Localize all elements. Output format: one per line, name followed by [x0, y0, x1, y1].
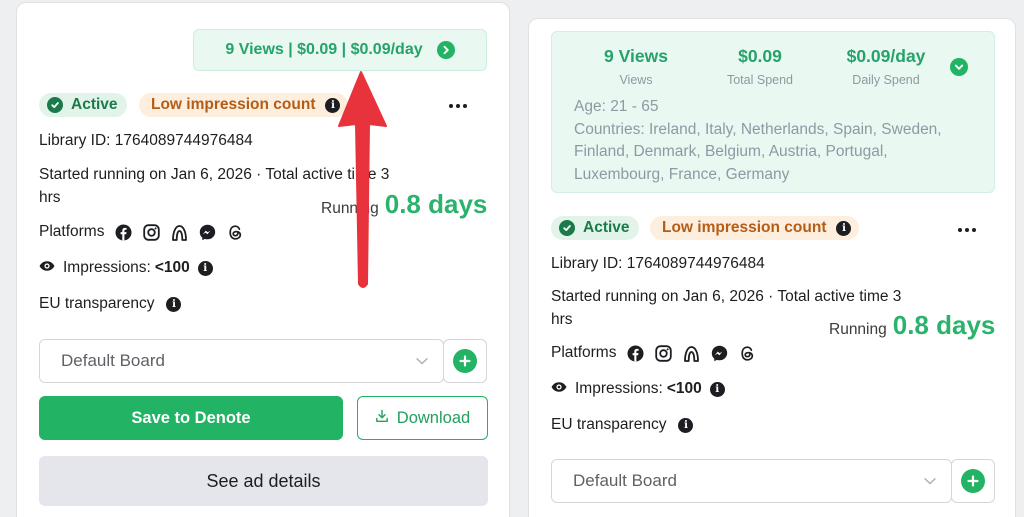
eye-icon [551, 380, 567, 398]
add-board-button[interactable] [443, 339, 487, 383]
stat-views-value: 9 Views [604, 46, 668, 66]
platforms-label: Platforms [39, 223, 105, 240]
status-badge-label: Active [71, 96, 118, 113]
plus-icon [453, 349, 477, 373]
stats-expanded-panel: 9 Views Views $0.09 Total Spend $0.09/da… [551, 31, 995, 193]
running-label: Running [829, 321, 887, 338]
impression-badge-label: Low impression count [151, 96, 316, 113]
eu-transparency-row: EU transparency i [551, 416, 694, 434]
impressions-value: <100 [666, 380, 702, 397]
chevron-down-icon[interactable] [950, 58, 968, 76]
impression-badge: Low impression count i [650, 216, 860, 240]
board-select[interactable]: Default Board [551, 459, 952, 503]
chevron-down-icon [923, 473, 937, 493]
started-running-line1: Started running on Jan 6, 2026 · Total a… [39, 166, 390, 183]
stat-daily-spend-value: $0.09/day [846, 46, 926, 66]
impressions-value: <100 [154, 259, 190, 276]
ad-card-right: 9 Views Views $0.09 Total Spend $0.09/da… [528, 18, 1016, 517]
eu-transparency-row: EU transparency i [39, 295, 182, 313]
chevron-down-icon [415, 353, 429, 373]
messenger-icon [199, 224, 216, 241]
info-icon[interactable]: i [709, 381, 725, 397]
platforms-label: Platforms [551, 344, 617, 361]
running-duration: Running 0.8 days [829, 310, 995, 341]
library-id: Library ID: 1764089744976484 [551, 255, 765, 272]
started-running-line2: hrs [551, 311, 573, 328]
impressions-label: Impressions: [575, 380, 663, 397]
audience-network-icon [171, 224, 188, 241]
started-running-line2: hrs [39, 189, 61, 206]
download-label: Download [396, 408, 471, 427]
library-id: Library ID: 1764089744976484 [39, 132, 253, 149]
audience-countries-line3: Luxembourg, France, Germany [574, 166, 790, 183]
board-select-value: Default Board [573, 471, 677, 490]
stat-views: 9 Views Views [576, 46, 696, 87]
instagram-icon [655, 344, 673, 362]
board-select-value: Default Board [61, 351, 165, 370]
stat-total-spend-value: $0.09 [738, 46, 782, 66]
save-to-denote-button[interactable]: Save to Denote [39, 396, 343, 440]
status-badge-active: Active [551, 216, 639, 240]
info-icon[interactable]: i [678, 417, 694, 433]
download-icon [375, 409, 389, 428]
more-options-icon[interactable] [449, 104, 467, 108]
instagram-icon [143, 223, 161, 241]
running-duration: Running 0.8 days [321, 189, 487, 220]
ad-card-left: 9 Views | $0.09 | $0.09/day Active Low i… [16, 2, 510, 517]
chevron-right-icon[interactable] [436, 41, 455, 59]
impressions-row: Impressions: <100 i [39, 259, 213, 277]
eu-transparency-label: EU transparency [551, 416, 667, 433]
running-label: Running [321, 200, 379, 217]
check-circle-icon [559, 220, 575, 236]
download-button[interactable]: Download [357, 396, 488, 440]
facebook-icon [627, 345, 644, 362]
stat-daily-spend: $0.09/day Daily Spend [824, 46, 948, 87]
messenger-icon [711, 345, 728, 362]
running-value: 0.8 days [892, 310, 996, 340]
stat-total-spend: $0.09 Total Spend [700, 46, 820, 87]
impression-badge-label: Low impression count [662, 219, 827, 236]
stats-summary-text: 9 Views | $0.09 | $0.09/day [225, 41, 423, 58]
stat-daily-spend-label: Daily Spend [852, 73, 920, 87]
impressions-row: Impressions: <100 i [551, 380, 725, 398]
plus-icon [961, 469, 985, 493]
eu-transparency-label: EU transparency [39, 295, 155, 312]
audience-countries-line2: Finland, Denmark, Belgium, Austria, Port… [574, 143, 888, 160]
platforms-row: Platforms [39, 223, 244, 241]
impression-badge: Low impression count i [139, 93, 349, 117]
threads-icon [739, 345, 756, 362]
info-icon[interactable]: i [325, 97, 341, 113]
add-board-button[interactable] [951, 459, 995, 503]
audience-network-icon [683, 345, 700, 362]
see-ad-details-button[interactable]: See ad details [39, 456, 488, 506]
impressions-label: Impressions: [63, 259, 151, 276]
stats-summary-pill[interactable]: 9 Views | $0.09 | $0.09/day [193, 29, 487, 71]
audience-countries-line1: Countries: Ireland, Italy, Netherlands, … [574, 121, 942, 138]
started-running-line1: Started running on Jan 6, 2026 · Total a… [551, 288, 902, 305]
stat-total-spend-label: Total Spend [726, 73, 794, 87]
running-value: 0.8 days [384, 189, 488, 219]
threads-icon [227, 224, 244, 241]
status-badge-label: Active [583, 219, 630, 236]
check-circle-icon [47, 97, 63, 113]
more-options-icon[interactable] [958, 228, 976, 232]
info-icon[interactable]: i [166, 296, 182, 312]
platforms-row: Platforms [551, 344, 756, 362]
status-badge-active: Active [39, 93, 127, 117]
stat-views-label: Views [619, 73, 653, 87]
audience-age: Age: 21 - 65 [574, 98, 659, 115]
eye-icon [39, 259, 55, 277]
info-icon[interactable]: i [197, 260, 213, 276]
facebook-icon [115, 224, 132, 241]
info-icon[interactable]: i [836, 220, 852, 236]
board-select[interactable]: Default Board [39, 339, 444, 383]
